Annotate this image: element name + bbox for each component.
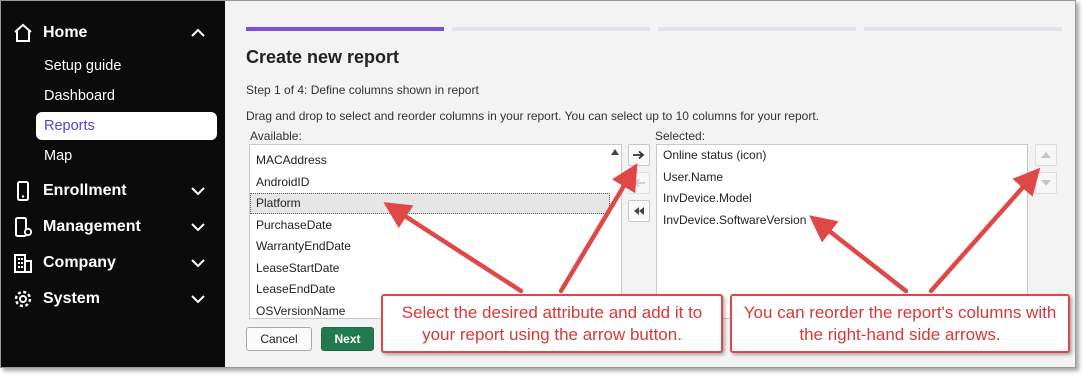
sidebar-item-enrollment[interactable]: Enrollment <box>1 174 225 208</box>
home-icon <box>12 22 34 44</box>
selected-list-item[interactable]: Online status (icon) <box>661 145 766 166</box>
chevron-down-icon[interactable] <box>189 290 207 308</box>
arrow-right-icon <box>633 150 645 160</box>
selected-columns-list[interactable]: Online status (icon) User.Name InvDevice.M… <box>656 144 1028 319</box>
chevron-down-icon[interactable] <box>189 254 207 272</box>
sidebar: Home Setup guide Dashboard Reports Map E… <box>1 1 225 367</box>
app-window: Home Setup guide Dashboard Reports Map E… <box>0 0 1076 368</box>
selected-list-item[interactable]: User.Name <box>661 167 723 188</box>
page-title: Create new report <box>246 47 400 67</box>
available-list-item[interactable]: LeaseEndDate <box>254 279 335 300</box>
sidebar-item-label: Management <box>43 218 141 235</box>
sidebar-item-home[interactable]: Home <box>1 16 225 50</box>
arrow-left-icon <box>633 178 645 188</box>
scroll-up-icon[interactable] <box>610 147 620 157</box>
caret-up-icon <box>1041 152 1051 158</box>
sidebar-subitem-setup-guide[interactable]: Setup guide <box>36 52 217 80</box>
move-up-button[interactable] <box>1035 144 1057 166</box>
available-list-item[interactable]: PurchaseDate <box>254 215 332 236</box>
next-button[interactable]: Next <box>321 327 374 351</box>
available-list-item[interactable]: OSVersionName <box>254 301 345 319</box>
selected-label: Selected: <box>655 129 706 143</box>
sidebar-item-label: System <box>43 290 100 307</box>
sidebar-item-label: Enrollment <box>43 182 127 199</box>
callout-add-attribute: Select the desired attribute and add it … <box>381 294 723 353</box>
available-list-item[interactable]: Platform <box>250 193 610 214</box>
available-list-item[interactable]: MACAddress <box>254 150 327 171</box>
selected-list-item[interactable]: InvDevice.Model <box>661 188 752 209</box>
available-list-item[interactable]: AndroidID <box>254 172 309 193</box>
chevron-down-icon[interactable] <box>189 218 207 236</box>
progress-segment <box>452 27 650 31</box>
sidebar-subitem-map[interactable]: Map <box>36 142 217 170</box>
device-gear-icon <box>12 216 34 238</box>
gear-icon <box>12 288 34 310</box>
sidebar-item-label: Home <box>43 24 88 41</box>
step-indicator: Step 1 of 4: Define columns shown in rep… <box>246 83 479 97</box>
sidebar-item-company[interactable]: Company <box>1 246 225 280</box>
sidebar-item-label: Company <box>43 254 116 271</box>
selected-list-item[interactable]: InvDevice.SoftwareVersion <box>661 210 806 231</box>
progress-segment <box>658 27 856 31</box>
chevron-up-icon[interactable] <box>189 24 207 42</box>
building-icon <box>12 252 34 274</box>
add-column-button[interactable] <box>628 144 650 166</box>
callout-reorder-columns: You can reorder the report's columns wit… <box>730 294 1070 353</box>
progress-segment <box>864 27 1062 31</box>
move-down-button[interactable] <box>1035 172 1057 194</box>
progress-segment <box>246 27 444 31</box>
sidebar-subitem-reports[interactable]: Reports <box>36 112 217 140</box>
instructions-text: Drag and drop to select and reorder colu… <box>246 109 819 123</box>
caret-down-icon <box>1041 180 1051 186</box>
remove-column-button[interactable] <box>628 172 650 194</box>
sidebar-subitem-dashboard[interactable]: Dashboard <box>36 82 217 110</box>
available-list-item[interactable]: WarrantyEndDate <box>254 236 351 257</box>
available-label: Available: <box>250 129 302 143</box>
chevron-down-icon[interactable] <box>189 182 207 200</box>
sidebar-item-system[interactable]: System <box>1 282 225 316</box>
cancel-button[interactable]: Cancel <box>246 327 312 351</box>
available-list-item[interactable]: LeaseStartDate <box>254 258 339 279</box>
remove-all-columns-button[interactable] <box>628 200 650 222</box>
available-columns-list[interactable]: MACAddress AndroidID Platform PurchaseDate W… <box>249 144 622 319</box>
phone-icon <box>12 180 34 202</box>
sidebar-item-management[interactable]: Management <box>1 210 225 244</box>
double-arrow-left-icon <box>634 207 644 215</box>
